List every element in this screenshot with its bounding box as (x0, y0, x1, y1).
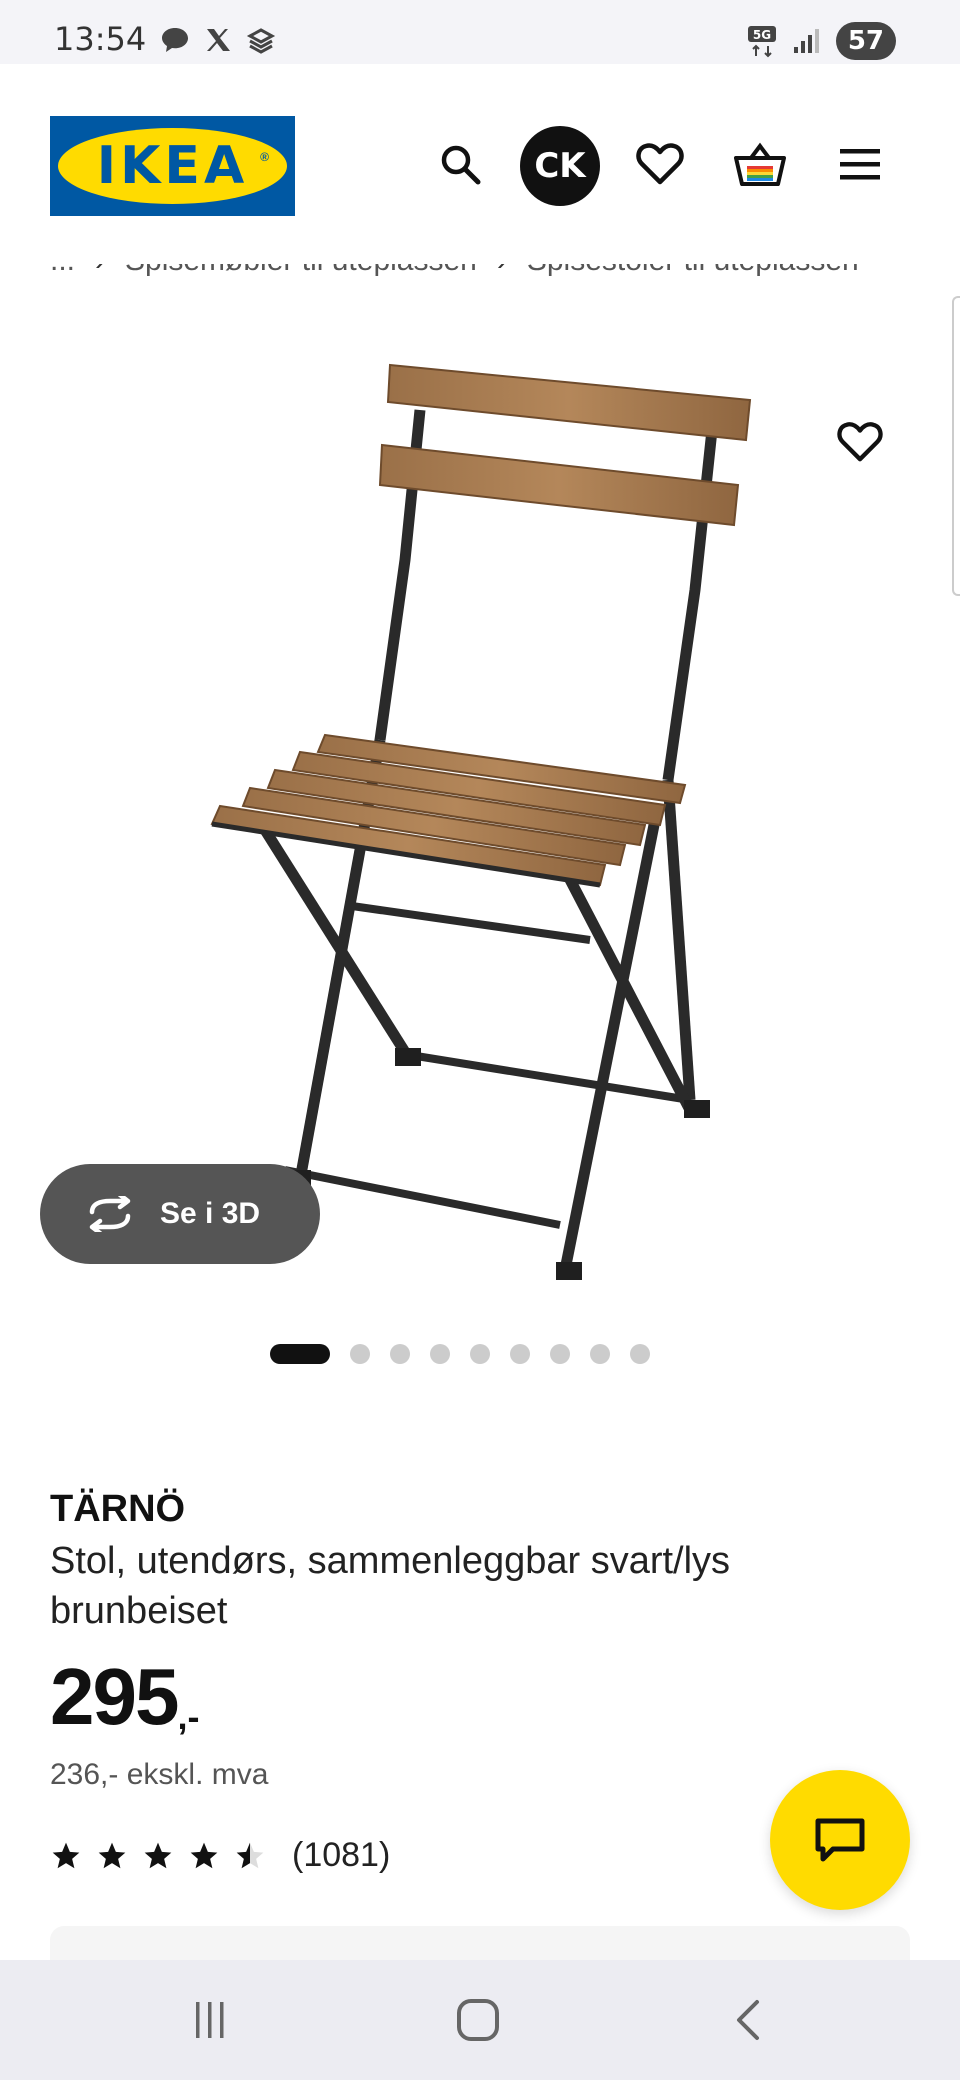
carousel-dot[interactable] (390, 1344, 410, 1364)
carousel-dot[interactable] (470, 1344, 490, 1364)
battery-icon: 57 (835, 22, 896, 60)
carousel-dot[interactable] (550, 1344, 570, 1364)
stack-icon (246, 28, 276, 54)
chair-image (210, 363, 752, 1280)
heart-icon (636, 143, 684, 185)
basket-button[interactable] (728, 132, 792, 196)
rotate-3d-icon (89, 1196, 131, 1232)
status-bar: 13:54 5G 57 (0, 0, 960, 64)
product-image[interactable] (0, 300, 960, 1300)
profile-avatar-button[interactable]: CK (520, 126, 600, 206)
product-rating[interactable]: (1081) (50, 1836, 390, 1875)
status-time: 13:54 (54, 20, 147, 58)
carousel-dot[interactable] (590, 1344, 610, 1364)
carousel-dot[interactable] (430, 1344, 450, 1364)
system-navigation-bar (0, 1960, 960, 2080)
chat-icon (815, 1818, 865, 1862)
recent-apps-icon (196, 2002, 224, 2038)
logo-text: IKEA (96, 136, 249, 196)
price-excl-vat: 236,- ekskl. mva (50, 1758, 269, 1791)
price-suffix: ,- (177, 1696, 200, 1737)
star-icon (144, 1842, 172, 1868)
home-icon (457, 1999, 499, 2041)
home-button[interactable] (438, 1990, 518, 2050)
back-icon (737, 2000, 759, 2040)
status-icons-left (160, 26, 276, 54)
carousel-dot[interactable] (630, 1344, 650, 1364)
product-description: Stol, utendørs, sammenleggbar svart/lys … (50, 1540, 731, 1632)
network-label: 5G (753, 28, 771, 42)
logo-registered-mark: ® (260, 150, 269, 164)
add-to-favourites-button[interactable] (830, 412, 890, 472)
search-button[interactable] (428, 132, 492, 196)
menu-button[interactable] (828, 132, 892, 196)
product-name: TÄRNÖ (50, 1488, 186, 1530)
chat-bubble-icon (162, 28, 188, 52)
see-in-3d-button[interactable]: Se i 3D (40, 1164, 320, 1264)
see-in-3d-label: Se i 3D (160, 1197, 261, 1230)
basket-icon (734, 142, 786, 186)
signal-icon (793, 29, 819, 53)
carousel-dot[interactable] (350, 1344, 370, 1364)
star-half-icon (236, 1842, 264, 1868)
favourites-button[interactable] (628, 132, 692, 196)
image-carousel-dots (0, 1344, 960, 1364)
recent-apps-button[interactable] (170, 1990, 250, 2050)
search-icon (441, 145, 481, 185)
site-header: IKEA ® CK (0, 64, 960, 264)
product-price: 295 ,- (50, 1652, 199, 1742)
carousel-dot[interactable] (510, 1344, 530, 1364)
star-icon (98, 1842, 126, 1868)
chat-button[interactable] (770, 1770, 910, 1910)
x-logo-icon (207, 29, 230, 51)
status-icons-right: 5G 57 (746, 22, 896, 60)
5g-icon: 5G (747, 26, 776, 58)
header-overlap (0, 240, 960, 264)
menu-icon (840, 149, 880, 180)
back-button[interactable] (708, 1990, 788, 2050)
ikea-logo[interactable]: IKEA ® (50, 116, 295, 216)
review-count: (1081) (292, 1836, 391, 1874)
price-value: 295 (50, 1652, 179, 1741)
star-icon (52, 1842, 80, 1868)
star-icon (190, 1842, 218, 1868)
carousel-dot-active[interactable] (270, 1344, 330, 1364)
heart-icon (837, 422, 883, 462)
